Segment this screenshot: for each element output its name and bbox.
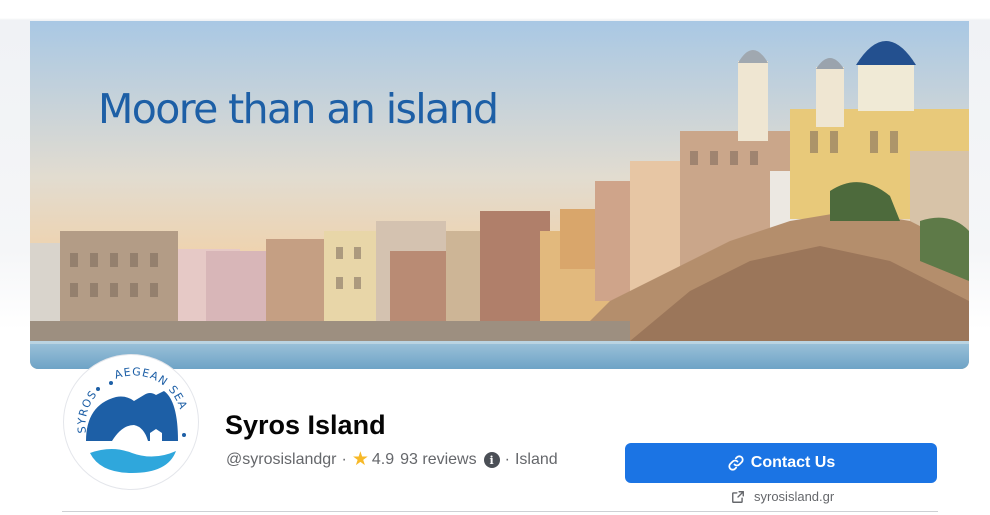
contact-us-label: Contact Us xyxy=(750,454,836,471)
contact-us-button[interactable]: Contact Us xyxy=(625,443,937,483)
link-icon xyxy=(727,454,745,472)
star-icon: ★ xyxy=(351,449,369,470)
page-category: Island xyxy=(514,451,558,468)
cover-illustration xyxy=(30,21,969,369)
cover-photo[interactable]: Moore than an island xyxy=(30,21,969,369)
meta-separator: · xyxy=(341,451,347,468)
page-name: Syros Island xyxy=(225,410,386,440)
page-handle: @syrosislandgr xyxy=(226,451,337,468)
page-meta: @syrosislandgr · ★ 4.9 93 reviews i · Is… xyxy=(226,449,558,470)
external-link-icon xyxy=(731,490,745,504)
meta-separator: · xyxy=(504,451,510,468)
reviews-link[interactable]: 93 reviews xyxy=(400,451,476,469)
cover-headline: Moore than an island xyxy=(98,85,499,133)
website-url: syrosisland.gr xyxy=(754,489,835,504)
header-divider xyxy=(62,511,938,512)
syros-logo: SYROS AEGEAN SEA xyxy=(75,365,189,473)
rating-value: 4.9 xyxy=(371,451,395,468)
info-icon[interactable]: i xyxy=(483,452,500,468)
website-link[interactable]: syrosisland.gr xyxy=(731,489,834,504)
profile-picture[interactable]: SYROS AEGEAN SEA xyxy=(63,354,199,490)
